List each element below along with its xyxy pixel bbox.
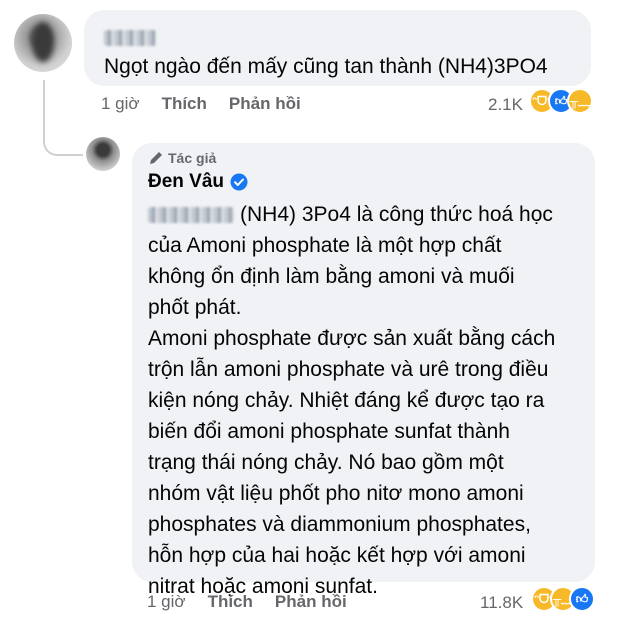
reply-line: phosphates và diammonium phosphates, (148, 513, 531, 536)
author-name[interactable]: Đen Vâu (148, 171, 248, 193)
reaction-count[interactable]: 11.8K (480, 593, 523, 613)
reaction-summary[interactable]: ᵔᗜᵔ ╥﹏╥ 👍︎ (531, 586, 595, 624)
comment-actions: 1 giờ Thích Phản hồi (101, 94, 323, 114)
like-button[interactable]: Thích (208, 592, 253, 612)
blurred-mention[interactable] (148, 207, 234, 223)
reply-line: Amoni phosphate được sản xuất bằng cách (148, 327, 556, 350)
sad-icon: ╥﹏╥ (567, 88, 593, 126)
author-avatar[interactable] (86, 137, 120, 171)
reply-line: phốt phát. (148, 296, 242, 319)
reply-line: của Amoni phosphate là một hợp chất (148, 234, 502, 257)
author-tag-label: Tác giả (168, 150, 217, 166)
like-button[interactable]: Thích (162, 94, 207, 114)
commenter-avatar[interactable] (14, 14, 72, 72)
thread-connector-line (43, 80, 83, 156)
reply-line: biến đổi amoni phosphate sunfat thành (148, 420, 510, 443)
reply-line: không ổn định làm bằng amoni và muối (148, 265, 515, 288)
reply-line: trộn lẫn amoni phosphate và urê trong đi… (148, 358, 549, 381)
reply-line: kiện nóng chảy. Nhiệt đáng kể được tạo r… (148, 389, 545, 412)
reply-line: (NH4) 3Po4 là công thức hoá học (240, 203, 553, 226)
verified-badge-icon (230, 173, 248, 191)
reply-line: nhóm vật liệu phốt pho nitơ mono amoni (148, 482, 524, 505)
author-badge: Tác giả (148, 150, 216, 166)
author-name-text[interactable]: Đen Vâu (148, 171, 224, 193)
reply-line: trạng thái nóng chảy. Nó bao gồm một (148, 451, 504, 474)
blurred-commenter-name[interactable] (104, 30, 156, 46)
reaction-summary[interactable]: ᵔᗜᵔ 👍︎ ╥﹏╥ (529, 88, 593, 126)
reaction-count[interactable]: 2.1K (488, 95, 523, 115)
reply-line: hỗn hợp của hai hoặc kết hợp với amoni (148, 544, 526, 567)
comment-text: Ngọt ngào đến mấy cũng tan thành (NH4)3P… (104, 55, 548, 78)
comment-bubble: Ngọt ngào đến mấy cũng tan thành (NH4)3P… (84, 10, 591, 86)
reply-time[interactable]: 1 giờ (147, 592, 186, 612)
reply-button[interactable]: Phản hồi (275, 592, 347, 612)
reply-actions: 1 giờ Thích Phản hồi (147, 592, 369, 612)
reply-bubble: Tác giả Đen Vâu (NH4) 3Po4 là công thức … (132, 143, 595, 598)
comment-time[interactable]: 1 giờ (101, 94, 140, 114)
like-icon: 👍︎ (569, 586, 595, 612)
reply-text: (NH4) 3Po4 là công thức hoá học của Amon… (148, 199, 588, 602)
reply-button[interactable]: Phản hồi (229, 94, 301, 114)
pencil-icon (150, 152, 162, 164)
